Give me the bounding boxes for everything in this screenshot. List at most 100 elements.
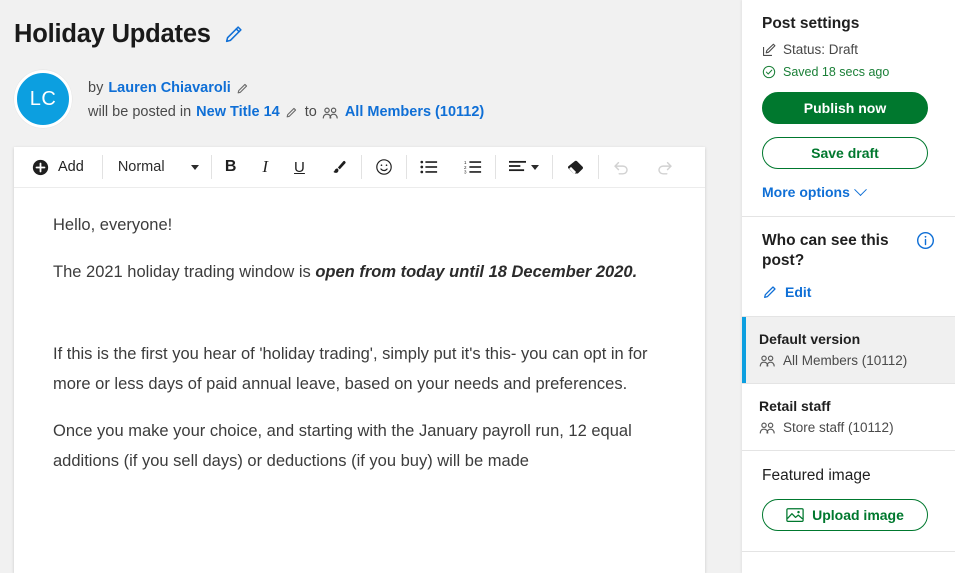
people-icon [759, 421, 776, 435]
edit-audience-link[interactable]: Edit [762, 284, 935, 300]
version-row-default[interactable]: Default version All Members (10112) [742, 317, 955, 384]
paragraph-emphasis: open from today until 18 December 2020. [315, 263, 638, 281]
saved-label: Saved 18 secs ago [783, 65, 890, 79]
version-name: Retail staff [759, 398, 831, 414]
who-can-see-section: Who can see this post? Edit [742, 217, 955, 317]
version-audience-row: Store staff (10112) [759, 420, 935, 435]
add-button[interactable]: Add [14, 147, 102, 187]
align-button[interactable] [496, 147, 552, 187]
italic-button[interactable]: I [249, 147, 281, 187]
space-link[interactable]: New Title 14 [196, 102, 280, 123]
paragraph: If this is the first you hear of 'holida… [53, 339, 677, 399]
upload-image-button[interactable]: Upload image [762, 499, 928, 531]
who-can-see-header: Who can see this post? [762, 231, 935, 271]
version-audience-row: All Members (10112) [759, 353, 935, 368]
byline-posted-in-label: will be posted in [88, 104, 192, 120]
numbered-list-icon: 1 2 3 [464, 159, 482, 175]
byline-author-line: by Lauren Chiavaroli [88, 78, 484, 99]
title-row: Holiday Updates [14, 14, 721, 54]
main-column: Holiday Updates LC by Lauren Chiavaroli … [0, 0, 721, 573]
byline-by-label: by [88, 80, 104, 96]
undo-icon [612, 159, 630, 176]
edit-pencil-icon [762, 284, 778, 300]
svg-text:3: 3 [464, 170, 467, 175]
redo-icon [656, 159, 674, 176]
underline-label: U [294, 158, 305, 176]
post-settings-section: Post settings Status: Draft Saved 18 sec… [742, 0, 955, 217]
who-can-see-heading: Who can see this post? [762, 232, 889, 269]
byline-destination-line: will be posted in New Title 14 to All Me… [88, 102, 484, 123]
byline-to-label: to [304, 104, 317, 120]
align-left-icon [508, 160, 526, 174]
more-options-toggle[interactable]: More options [762, 182, 935, 200]
chevron-down-icon [530, 164, 539, 170]
edit-label: Edit [785, 284, 812, 300]
editor-card: Add Normal B I U 1 2 3 Hello, everyone! … [14, 147, 705, 573]
underline-button[interactable]: U [281, 147, 318, 187]
chevron-down-icon [190, 164, 199, 170]
bulleted-list-button[interactable] [407, 147, 451, 187]
saved-row: Saved 18 secs ago [762, 65, 935, 79]
featured-image-heading: Featured image [762, 467, 871, 484]
version-audience: Store staff (10112) [783, 420, 894, 435]
chevron-down-icon [854, 182, 867, 196]
info-icon[interactable] [916, 231, 935, 250]
post-header: Holiday Updates LC by Lauren Chiavaroli … [0, 0, 721, 128]
undo-button[interactable] [599, 147, 643, 187]
edit-title-pencil-icon[interactable] [223, 23, 245, 45]
status-row: Status: Draft [762, 42, 935, 57]
byline-row: LC by Lauren Chiavaroli will be posted i… [14, 70, 721, 128]
bold-button[interactable]: B [212, 147, 250, 187]
status-label: Status: Draft [783, 42, 859, 57]
version-row-retail-staff[interactable]: Retail staff Store staff (10112) [742, 384, 955, 451]
brush-icon [331, 159, 348, 176]
paragraph: The 2021 holiday trading window is open … [53, 257, 677, 287]
style-select[interactable]: Normal [103, 147, 211, 187]
editor-toolbar: Add Normal B I U 1 2 3 [14, 147, 705, 188]
clear-format-button[interactable] [553, 147, 598, 187]
version-name: Default version [759, 331, 861, 347]
paragraph-text: If this is the first you hear of 'holida… [53, 345, 648, 393]
edit-space-pencil-icon[interactable] [285, 106, 298, 119]
redo-button[interactable] [643, 147, 687, 187]
page-title: Holiday Updates [14, 20, 211, 48]
author-link[interactable]: Lauren Chiavaroli [108, 78, 230, 99]
add-button-label: Add [58, 159, 84, 175]
paragraph-text: Once you make your choice, and starting … [53, 422, 632, 470]
post-settings-sidebar: Post settings Status: Draft Saved 18 sec… [742, 0, 955, 573]
edit-author-pencil-icon[interactable] [236, 82, 249, 95]
image-icon [786, 507, 804, 523]
text-color-button[interactable] [318, 147, 361, 187]
audience-link[interactable]: All Members (10112) [345, 102, 484, 123]
numbered-list-button[interactable]: 1 2 3 [451, 147, 495, 187]
style-select-value: Normal [117, 159, 165, 175]
check-circle-icon [762, 65, 776, 79]
emoji-button[interactable] [362, 147, 406, 187]
people-icon [322, 106, 339, 120]
version-audience: All Members (10112) [783, 353, 908, 368]
draft-pencil-icon [762, 43, 776, 57]
upload-image-label: Upload image [812, 507, 904, 523]
emoji-icon [375, 158, 393, 176]
paragraph-text: Hello, everyone! [53, 216, 173, 234]
featured-image-section: Featured image Upload image [742, 451, 955, 552]
byline-text: by Lauren Chiavaroli will be posted in N… [88, 70, 484, 123]
more-options-label: More options [762, 184, 850, 200]
people-icon [759, 354, 776, 368]
italic-label: I [262, 157, 269, 176]
plus-circle-icon [32, 159, 49, 176]
publish-now-label: Publish now [803, 100, 887, 116]
publish-now-button[interactable]: Publish now [762, 92, 928, 124]
eraser-icon [566, 159, 585, 176]
save-draft-label: Save draft [811, 145, 879, 161]
post-editor-page: Holiday Updates LC by Lauren Chiavaroli … [0, 0, 955, 573]
avatar: LC [14, 70, 72, 128]
paragraph: Hello, everyone! [53, 210, 677, 240]
save-draft-button[interactable]: Save draft [762, 137, 928, 169]
bold-label: B [224, 158, 237, 175]
bulleted-list-icon [420, 159, 438, 175]
editor-content[interactable]: Hello, everyone! The 2021 holiday tradin… [14, 188, 705, 476]
avatar-initials: LC [29, 87, 57, 110]
paragraph: Once you make your choice, and starting … [53, 416, 677, 476]
post-settings-heading: Post settings [762, 15, 860, 32]
